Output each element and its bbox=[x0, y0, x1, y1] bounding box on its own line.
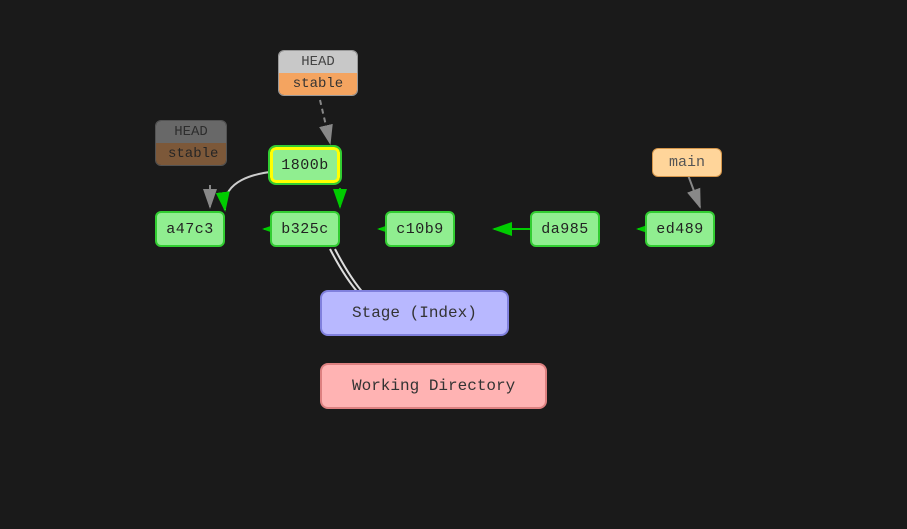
commit-b325c: b325c bbox=[270, 211, 340, 247]
stage-box: Stage (Index) bbox=[320, 290, 509, 336]
commit-a47c3: a47c3 bbox=[155, 211, 225, 247]
head-current-top: HEAD bbox=[279, 51, 357, 73]
main-label: main bbox=[652, 148, 722, 177]
commit-c10b9: c10b9 bbox=[385, 211, 455, 247]
head-ghost-bottom: stable bbox=[156, 143, 226, 165]
commit-1800b: 1800b bbox=[270, 147, 340, 183]
head-label-ghost: HEAD stable bbox=[155, 120, 227, 166]
head-ghost-top: HEAD bbox=[156, 121, 226, 143]
commit-ed489: ed489 bbox=[645, 211, 715, 247]
head-current-bottom: stable bbox=[279, 73, 357, 95]
head-label-current: HEAD stable bbox=[278, 50, 358, 96]
git-diagram: HEAD stable HEAD stable main 1800b b325c… bbox=[0, 0, 907, 529]
arrows-svg bbox=[0, 0, 907, 529]
commit-da985: da985 bbox=[530, 211, 600, 247]
working-dir-box: Working Directory bbox=[320, 363, 547, 409]
